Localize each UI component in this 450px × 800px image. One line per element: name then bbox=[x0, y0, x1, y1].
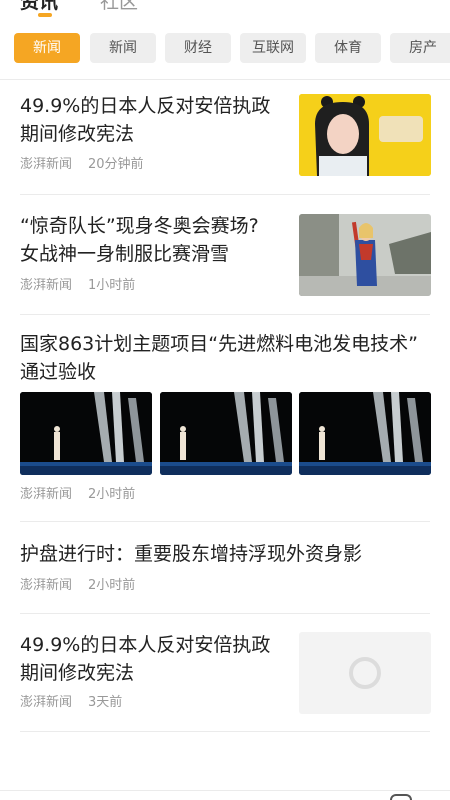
profile-icon[interactable] bbox=[390, 794, 412, 800]
article-meta: 澎湃新闻 3天前 bbox=[20, 694, 122, 712]
article-time: 1小时前 bbox=[88, 278, 136, 293]
article-thumbnail-image bbox=[299, 94, 431, 176]
article-time: 3天前 bbox=[88, 695, 123, 710]
article-separator bbox=[20, 731, 430, 732]
article-meta: 澎湃新闻 20分钟前 bbox=[20, 156, 144, 174]
article-source: 澎湃新闻 bbox=[20, 487, 73, 502]
article-thumbnail-image bbox=[160, 392, 292, 475]
tab-news-feed[interactable]: 资讯 bbox=[20, 0, 58, 13]
article-source: 澎湃新闻 bbox=[20, 695, 73, 710]
article-meta: 澎湃新闻 1小时前 bbox=[20, 277, 135, 295]
article-separator bbox=[20, 613, 430, 614]
category-chip-internet[interactable]: 互联网 bbox=[240, 33, 306, 63]
category-chip-finance[interactable]: 财经 bbox=[165, 33, 231, 63]
category-bar: 新闻 新闻 财经 互联网 体育 房产 bbox=[0, 33, 450, 63]
category-chip-real-estate[interactable]: 房产 bbox=[390, 33, 450, 63]
loading-spinner-icon bbox=[349, 657, 381, 689]
category-chip-news-active[interactable]: 新闻 bbox=[14, 33, 80, 63]
active-tab-indicator bbox=[38, 13, 52, 17]
article-title-line-2: 期间修改宪法 bbox=[20, 662, 135, 684]
article-title-line-2: 期间修改宪法 bbox=[20, 123, 135, 145]
article-title-line-2: 通过验收 bbox=[20, 361, 97, 383]
article-title-line-2: 女战神一身制服比赛滑雪 bbox=[20, 243, 230, 265]
article-title-line-1: 护盘进行时：重要股东增持浮现外资身影 bbox=[20, 543, 363, 565]
article-title-line-1: “惊奇队长”现身冬奥会赛场? bbox=[20, 215, 259, 237]
article-title-line-1: 国家863计划主题项目“先进燃料电池发电技术” bbox=[20, 333, 418, 355]
article-source: 澎湃新闻 bbox=[20, 157, 73, 172]
article-time: 2小时前 bbox=[88, 578, 136, 593]
category-chip-sports[interactable]: 体育 bbox=[315, 33, 381, 63]
article-meta: 澎湃新闻 2小时前 bbox=[20, 577, 135, 595]
article-title-line-1: 49.9%的日本人反对安倍执政 bbox=[20, 634, 271, 656]
article-time: 20分钟前 bbox=[88, 157, 144, 172]
article-source: 澎湃新闻 bbox=[20, 578, 73, 593]
article-separator bbox=[20, 521, 430, 522]
category-divider bbox=[0, 79, 450, 80]
article-thumbnail-placeholder bbox=[299, 632, 431, 714]
article-thumbnail-image bbox=[20, 392, 152, 475]
article-time: 2小时前 bbox=[88, 487, 136, 502]
article-source: 澎湃新闻 bbox=[20, 278, 73, 293]
article-thumbnail-image bbox=[299, 392, 431, 475]
article-separator bbox=[20, 314, 430, 315]
category-chip-news[interactable]: 新闻 bbox=[90, 33, 156, 63]
tab-community[interactable]: 社区 bbox=[100, 0, 138, 13]
article-separator bbox=[20, 194, 430, 195]
top-tab-bar: 资讯 社区 bbox=[0, 0, 450, 24]
article-meta: 澎湃新闻 2小时前 bbox=[20, 486, 135, 504]
bottom-bar-divider bbox=[0, 790, 450, 791]
article-thumbnail-image bbox=[299, 214, 431, 296]
article-title-line-1: 49.9%的日本人反对安倍执政 bbox=[20, 95, 271, 117]
